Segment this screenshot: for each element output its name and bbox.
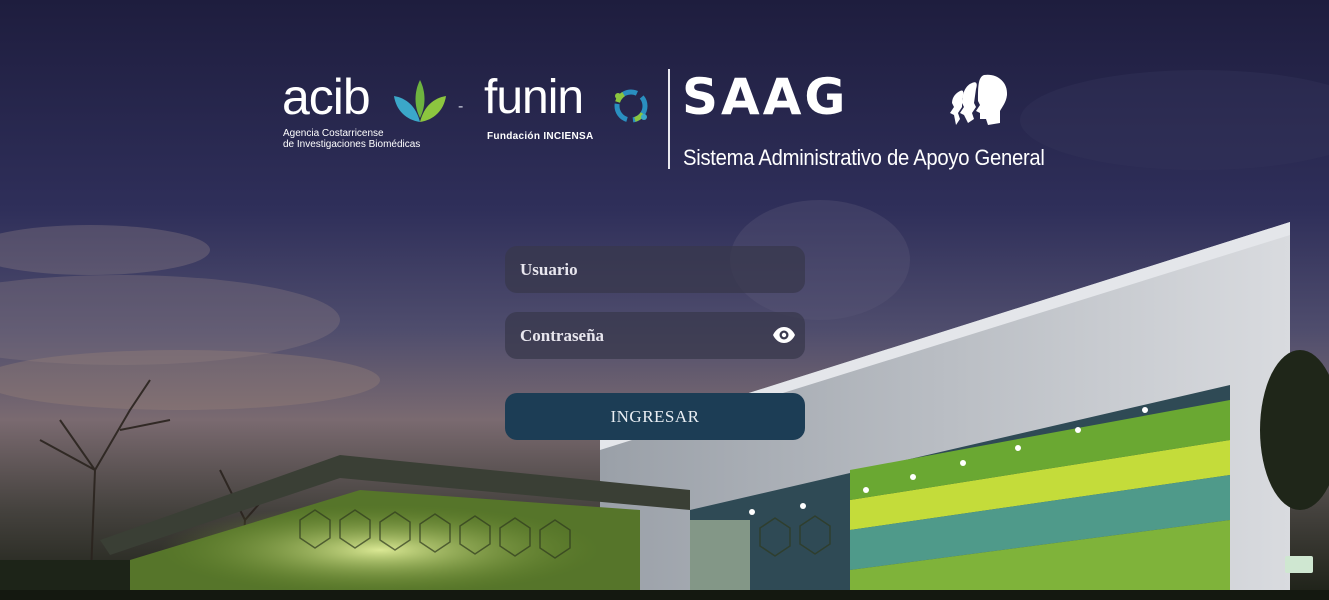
header-logos: acib Agencia Costarricense de Investigac… [0,0,1329,200]
username-field [505,246,805,293]
leaf-icon [394,80,446,122]
saag-logo-text: SAAG [682,68,849,126]
acib-subtitle: Agencia Costarricense de Investigaciones… [283,128,421,150]
password-field [505,312,805,359]
eye-icon[interactable] [772,325,796,345]
corner-sign [1285,556,1313,573]
funin-subtitle: Fundación INCIENSA [487,131,594,142]
funin-logo-text: funin [484,71,584,124]
login-button[interactable]: INGRESAR [505,393,805,440]
logo-divider [668,69,670,169]
acib-logo-text: acib [282,69,371,125]
logo-separator: - [458,98,464,115]
saag-subtitle: Sistema Administrativo de Apoyo General [683,145,1045,170]
password-input[interactable] [505,312,805,359]
username-input[interactable] [505,246,805,293]
heads-profile-icon [950,74,1008,125]
ring-icon [614,89,648,123]
